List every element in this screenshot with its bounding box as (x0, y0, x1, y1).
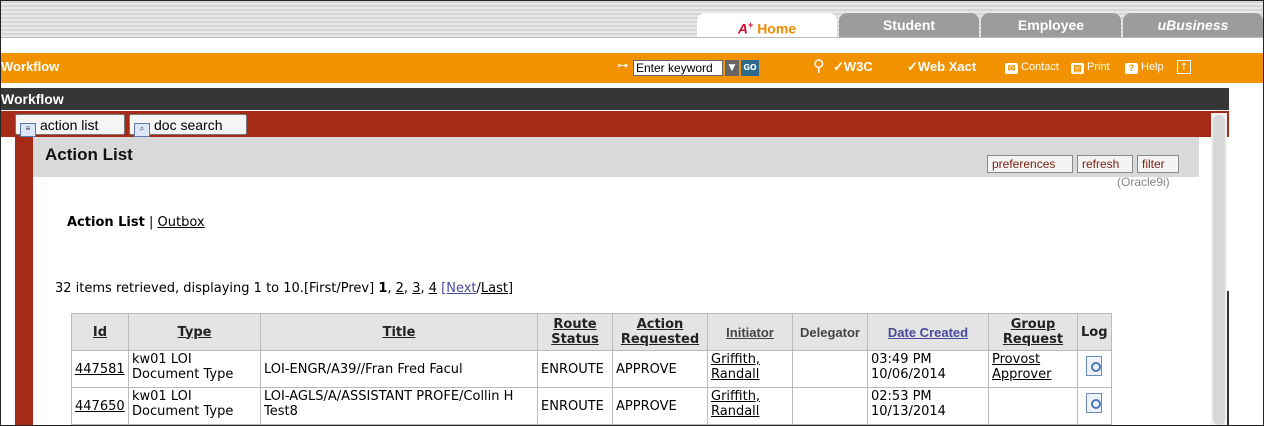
w3c-link[interactable]: ✓W3C (833, 59, 873, 75)
page-link-4[interactable]: 4 (429, 281, 437, 296)
back-to-top-icon[interactable]: ↑ (1177, 60, 1191, 74)
results-summary: 32 items retrieved, displaying 1 to 10. (55, 281, 304, 296)
cell-route-status: ENROUTE (537, 387, 613, 425)
print-link[interactable]: ▤ Print (1071, 61, 1110, 74)
browser-frame: A+ Home Student Employee uBusiness Workf… (0, 0, 1264, 426)
cell-id: 447650 (71, 387, 129, 425)
printer-icon: ▤ (1071, 63, 1084, 74)
page-link-3[interactable]: 3 (412, 281, 420, 296)
action-list-table: Id Type Title Route Status Action Reques… (71, 313, 1112, 425)
document-id-link[interactable]: 447650 (75, 399, 125, 414)
table-header-row: Id Type Title Route Status Action Reques… (71, 313, 1112, 351)
cell-log (1077, 387, 1112, 425)
tab-home-label: Home (757, 20, 797, 37)
tab-home[interactable]: A+ Home (697, 13, 837, 37)
home-logo: A (737, 20, 749, 37)
search-dropdown-button[interactable]: ▼ (725, 60, 739, 76)
cell-title: LOI-ENGR/A39//Fran Fred Facul (260, 350, 538, 388)
doc-search-button[interactable]: ⌕ doc search (129, 114, 247, 137)
last-link[interactable]: Last (481, 281, 508, 296)
tab-student[interactable]: Student (839, 13, 979, 37)
preferences-button[interactable]: preferences (987, 155, 1073, 173)
document-id-link[interactable]: 447581 (75, 362, 125, 377)
next-link[interactable]: [Next (441, 281, 476, 296)
list-icon: ≡ (20, 123, 36, 137)
cell-title: LOI-AGLS/A/ASSISTANT PROFE/Collin H Test… (260, 387, 538, 425)
cell-date-created: 02:53 PM 10/13/2014 (867, 387, 989, 425)
tab-employee[interactable]: Employee (981, 13, 1121, 37)
tab-separator: | (148, 215, 154, 230)
view-tabs: Action List | Outbox (67, 215, 205, 230)
refresh-button[interactable]: refresh (1077, 155, 1133, 173)
log-document-icon[interactable] (1086, 393, 1103, 413)
table-row: 447650 kw01 LOI Document Type LOI-AGLS/A… (71, 387, 1112, 425)
workflow-toolbar: ≡ action list ⌕ doc search (1, 111, 1229, 137)
cell-group-request (988, 387, 1078, 425)
cell-type: kw01 LOI Document Type (128, 387, 261, 425)
cell-id: 447581 (71, 350, 129, 388)
initiator-link[interactable]: Griffith, Randall (711, 352, 760, 382)
first-prev-label: [First/Prev] (303, 281, 375, 296)
top-tab-bar: A+ Home Student Employee uBusiness (1, 1, 1263, 38)
contact-link[interactable]: ✉ Contact (1005, 61, 1059, 74)
mail-icon: ✉ (1005, 63, 1018, 74)
cell-log (1077, 350, 1112, 388)
webxact-link[interactable]: ✓Web Xact (907, 59, 976, 75)
tab-ubusiness-label: Business (1166, 17, 1229, 33)
group-request-link[interactable]: Provost Approver (992, 352, 1051, 382)
page-title: Action List (45, 145, 133, 164)
col-header-group-request[interactable]: Group Request (988, 313, 1078, 351)
col-header-date-created[interactable]: Date Created (867, 313, 989, 351)
cell-type: kw01 LOI Document Type (128, 350, 261, 388)
document-search-icon: ⌕ (134, 123, 150, 137)
current-page: 1 (378, 281, 388, 296)
section-header: Action List preferences refresh filter (33, 137, 1199, 177)
col-header-type[interactable]: Type (128, 313, 261, 351)
table-row: 447581 kw01 LOI Document Type LOI-ENGR/A… (71, 350, 1112, 388)
vertical-scrollbar[interactable] (1211, 113, 1227, 425)
help-link[interactable]: ? Help (1125, 61, 1164, 74)
tab-ubusiness[interactable]: uBusiness (1123, 13, 1263, 37)
orange-toolbar: Workflow ⊶ Enter keyword ▼ GO ⚲ ✓W3C ✓We… (1, 53, 1263, 83)
database-note: (Oracle9i) (1117, 175, 1170, 189)
col-header-action-requested[interactable]: Action Requested (612, 313, 708, 351)
cell-action-requested: APPROVE (612, 387, 708, 425)
go-button[interactable]: GO (741, 60, 759, 76)
col-header-log: Log (1077, 313, 1112, 351)
workflow-header: Workflow (1, 88, 1229, 110)
cell-route-status: ENROUTE (537, 350, 613, 388)
keyword-search-input[interactable]: Enter keyword (633, 60, 723, 76)
key-icon: ⊶ (617, 59, 628, 72)
col-header-id[interactable]: Id (71, 313, 129, 351)
action-list-button[interactable]: ≡ action list (15, 114, 125, 137)
left-border-stripe (15, 137, 33, 425)
scrollbar-thumb[interactable] (1213, 115, 1225, 425)
search-icon[interactable]: ⚲ (813, 56, 825, 75)
col-header-title[interactable]: Title (260, 313, 538, 351)
cell-action-requested: APPROVE (612, 350, 708, 388)
col-header-route-status[interactable]: Route Status (537, 313, 613, 351)
log-document-icon[interactable] (1086, 356, 1103, 376)
cell-delegator (792, 387, 868, 425)
cell-initiator: Griffith, Randall (707, 387, 793, 425)
workflow-title: Workflow (1, 91, 64, 107)
help-icon: ? (1125, 63, 1138, 74)
filter-button[interactable]: filter (1137, 155, 1179, 173)
tab-action-list-active: Action List (67, 215, 145, 230)
cell-date-created: 03:49 PM 10/06/2014 (867, 350, 989, 388)
cell-initiator: Griffith, Randall (707, 350, 793, 388)
initiator-link[interactable]: Griffith, Randall (711, 389, 760, 419)
app-title: Workflow (1, 59, 60, 74)
main-content: Action List preferences refresh filter (… (33, 137, 1199, 425)
pagination: 32 items retrieved, displaying 1 to 10.[… (55, 281, 514, 296)
cell-delegator (792, 350, 868, 388)
right-border-line (1227, 291, 1229, 425)
col-header-delegator: Delegator (792, 313, 868, 351)
cell-group-request: Provost Approver (988, 350, 1078, 388)
col-header-initiator[interactable]: Initiator (707, 313, 793, 351)
tab-outbox[interactable]: Outbox (158, 215, 205, 230)
page-link-2[interactable]: 2 (396, 281, 404, 296)
